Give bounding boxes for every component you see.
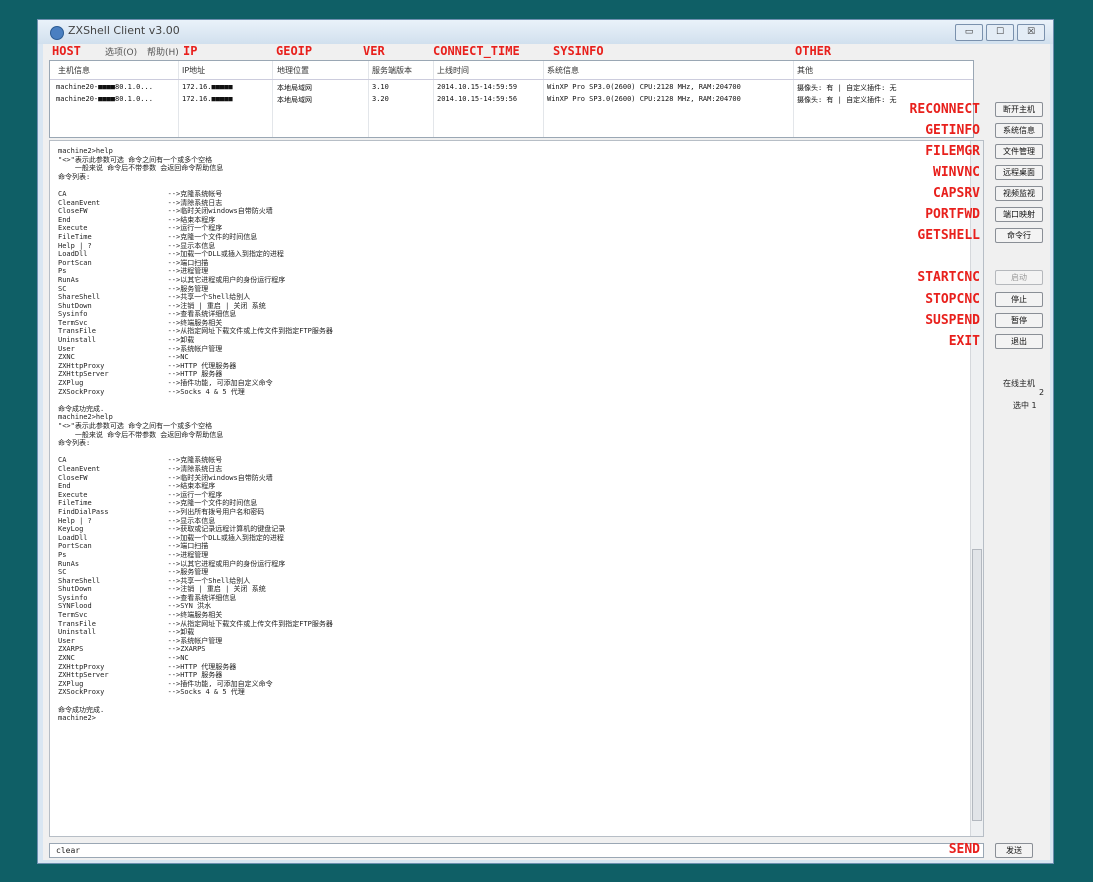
- host-cell: machine20-■■■■80.1.0...: [56, 83, 153, 91]
- version-cell: 3.20: [372, 95, 389, 103]
- geoip-cell: 本地局域网: [277, 96, 312, 104]
- geoip-cell: 本地局域网: [277, 84, 312, 92]
- column-sysinfo[interactable]: 系统信息: [547, 65, 579, 76]
- overlay-ip: IP: [183, 44, 198, 58]
- menu-options[interactable]: 选项(O): [105, 45, 137, 58]
- ip-cell: 172.16.■■■■■: [182, 83, 233, 91]
- command-input[interactable]: clear: [49, 843, 984, 858]
- file-manager-button[interactable]: 文件管理: [995, 144, 1043, 159]
- title-bar: ZXShell Client v3.00 ▭ ☐ ☒: [38, 20, 1053, 44]
- overlay-exit: EXIT: [948, 334, 980, 349]
- column-ip[interactable]: IP地址: [182, 65, 205, 76]
- console-output[interactable]: machine2>help "<>"表示此参数可选 命令之间有一个或多个空格 一…: [49, 140, 984, 837]
- menu-help[interactable]: 帮助(H): [147, 45, 179, 58]
- overlay-capsrv: CAPSRV: [933, 186, 980, 201]
- maximize-button[interactable]: ☐: [986, 24, 1014, 41]
- column-connect-time[interactable]: 上线时间: [437, 65, 469, 76]
- overlay-ver: VER: [363, 44, 385, 58]
- overlay-getshell: GETSHELL: [917, 228, 980, 243]
- column-version[interactable]: 服务端版本: [372, 65, 412, 76]
- overlay-suspend: SUSPEND: [925, 313, 980, 328]
- column-other[interactable]: 其他: [797, 65, 813, 76]
- online-hosts-label: 在线主机: [1003, 379, 1035, 388]
- command-line-button[interactable]: 命令行: [995, 228, 1043, 243]
- connect-time-cell: 2014.10.15-14:59:56: [437, 95, 518, 103]
- start-button[interactable]: 启动: [995, 270, 1043, 285]
- video-monitor-button[interactable]: 视频监视: [995, 186, 1043, 201]
- host-list[interactable]: 主机信息 IP地址 地理位置 服务端版本 上线时间 系统信息 其他 machin…: [49, 60, 974, 138]
- overlay-reconnect: RECONNECT: [909, 102, 980, 117]
- app-window: ZXShell Client v3.00 ▭ ☐ ☒ 选项(O) 帮助(H) H…: [37, 19, 1054, 864]
- window-title: ZXShell Client v3.00: [68, 24, 180, 37]
- version-cell: 3.10: [372, 83, 389, 91]
- sysinfo-cell: WinXP Pro SP3.0(2600) CPU:2128 MHz, RAM:…: [547, 95, 741, 103]
- overlay-sysinfo: SYSINFO: [553, 44, 604, 58]
- table-row[interactable]: machine20-■■■■80.1.0... 172.16.■■■■■ 本地局…: [50, 83, 973, 94]
- close-button[interactable]: ☒: [1017, 24, 1045, 41]
- other-cell: 摄像头: 有 | 自定义插件: 无: [797, 96, 897, 104]
- overlay-stopcnc: STOPCNC: [925, 292, 980, 307]
- app-icon: [50, 26, 64, 40]
- selected-count: 选中 1: [1013, 401, 1037, 410]
- overlay-portfwd: PORTFWD: [925, 207, 980, 222]
- overlay-winvnc: WINVNC: [933, 165, 980, 180]
- overlay-connect-time: CONNECT_TIME: [433, 44, 520, 58]
- host-cell: machine20-■■■■80.1.0...: [56, 95, 153, 103]
- console-scrollbar[interactable]: [970, 141, 983, 836]
- stop-button[interactable]: 停止: [995, 292, 1043, 307]
- table-row[interactable]: machine20-■■■■80.1.0... 172.16.■■■■■ 本地局…: [50, 95, 973, 106]
- remote-desktop-button[interactable]: 远程桌面: [995, 165, 1043, 180]
- console-text: machine2>help "<>"表示此参数可选 命令之间有一个或多个空格 一…: [58, 147, 333, 723]
- scrollbar-thumb[interactable]: [972, 549, 982, 821]
- column-geoip[interactable]: 地理位置: [277, 65, 309, 76]
- overlay-filemgr: FILEMGR: [925, 144, 980, 159]
- overlay-geoip: GEOIP: [276, 44, 313, 58]
- send-button[interactable]: 发送: [995, 843, 1033, 858]
- overlay-startcnc: STARTCNC: [917, 270, 980, 285]
- suspend-button[interactable]: 暂停: [995, 313, 1043, 328]
- column-host[interactable]: 主机信息: [58, 65, 90, 76]
- client-area: 选项(O) 帮助(H) HOST IP GEOIP VER CONNECT_TI…: [43, 44, 1050, 860]
- overlay-send: SEND: [948, 842, 980, 857]
- disconnect-host-button[interactable]: 断开主机: [995, 102, 1043, 117]
- connect-time-cell: 2014.10.15-14:59:59: [437, 83, 518, 91]
- other-cell: 摄像头: 有 | 自定义插件: 无: [797, 84, 897, 92]
- overlay-getinfo: GETINFO: [925, 123, 980, 138]
- online-hosts-count: 2: [1039, 388, 1045, 397]
- overlay-host: HOST: [52, 44, 81, 58]
- system-info-button[interactable]: 系统信息: [995, 123, 1043, 138]
- exit-button[interactable]: 退出: [995, 334, 1043, 349]
- sysinfo-cell: WinXP Pro SP3.0(2600) CPU:2128 MHz, RAM:…: [547, 83, 741, 91]
- ip-cell: 172.16.■■■■■: [182, 95, 233, 103]
- port-mapping-button[interactable]: 端口映射: [995, 207, 1043, 222]
- minimize-button[interactable]: ▭: [955, 24, 983, 41]
- overlay-other: OTHER: [795, 44, 832, 58]
